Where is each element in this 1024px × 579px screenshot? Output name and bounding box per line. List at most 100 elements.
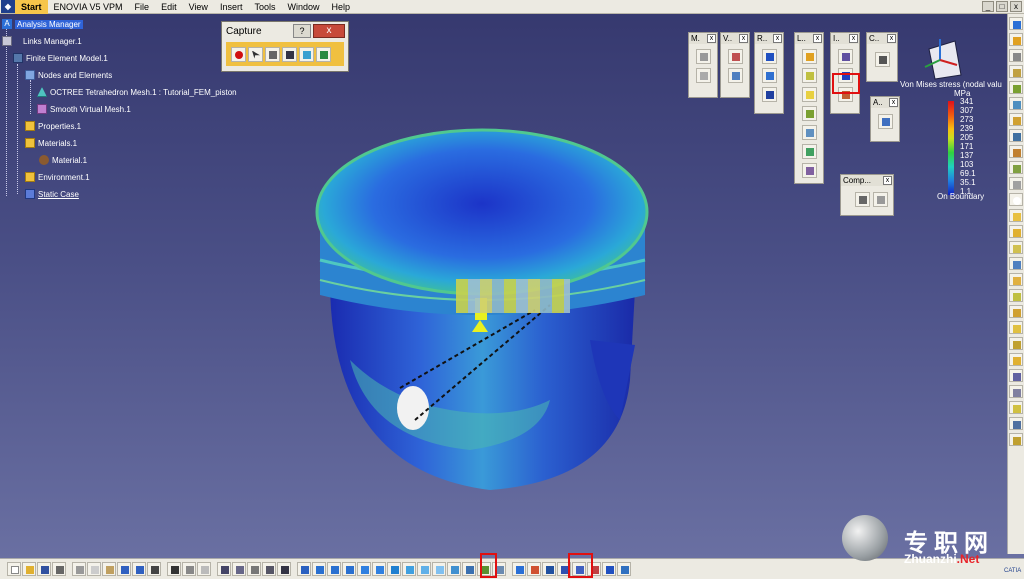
menu-insert[interactable]: Insert bbox=[214, 0, 249, 14]
capture-options-icon[interactable] bbox=[265, 46, 280, 62]
knowledge-icon[interactable] bbox=[247, 562, 261, 576]
table-icon[interactable] bbox=[217, 562, 231, 576]
fillet-icon[interactable] bbox=[1009, 161, 1023, 174]
whats-this-icon[interactable] bbox=[147, 562, 161, 576]
pad-icon[interactable] bbox=[1009, 81, 1023, 94]
close-toolbar-button[interactable]: x bbox=[889, 98, 898, 107]
chamfer-icon[interactable] bbox=[1009, 177, 1023, 190]
open-icon[interactable] bbox=[22, 562, 36, 576]
rib-icon[interactable] bbox=[1009, 145, 1023, 158]
normal-view-icon[interactable] bbox=[387, 562, 401, 576]
capture-3d-icon[interactable] bbox=[282, 46, 297, 62]
mesh-edit-icon[interactable] bbox=[696, 68, 711, 83]
undo-icon[interactable] bbox=[117, 562, 131, 576]
hole-icon[interactable] bbox=[1009, 129, 1023, 142]
workbench-icon[interactable] bbox=[1009, 17, 1023, 30]
album-icon[interactable] bbox=[299, 46, 314, 62]
paste-icon[interactable] bbox=[102, 562, 116, 576]
tree-item-environment[interactable]: Environment.1 bbox=[25, 171, 90, 183]
save-icon[interactable] bbox=[37, 562, 51, 576]
part-icon[interactable] bbox=[1009, 65, 1023, 78]
virtual-mesh-icon[interactable] bbox=[728, 68, 743, 83]
split-icon[interactable] bbox=[1009, 305, 1023, 318]
sphere-icon[interactable] bbox=[1009, 193, 1023, 206]
render-style-icon[interactable] bbox=[432, 562, 446, 576]
close-capture-button[interactable]: x bbox=[313, 24, 345, 38]
menu-help[interactable]: Help bbox=[325, 0, 356, 14]
pan-icon[interactable] bbox=[327, 562, 341, 576]
stress-view-icon[interactable] bbox=[527, 562, 541, 576]
fly-icon[interactable] bbox=[297, 562, 311, 576]
zoom-out-icon[interactable] bbox=[372, 562, 386, 576]
sketch-icon[interactable] bbox=[1009, 33, 1023, 46]
formula-fx-icon[interactable] bbox=[167, 562, 181, 576]
search-icon[interactable] bbox=[277, 562, 291, 576]
compute-icon[interactable] bbox=[875, 52, 890, 67]
catalog-icon[interactable] bbox=[232, 562, 246, 576]
hide-show-icon[interactable] bbox=[447, 562, 461, 576]
scale-icon[interactable] bbox=[1009, 289, 1023, 302]
pattern-icon[interactable] bbox=[1009, 273, 1023, 286]
cylinder-icon[interactable] bbox=[462, 562, 476, 576]
pocket-icon[interactable] bbox=[1009, 97, 1023, 110]
redo-icon[interactable] bbox=[132, 562, 146, 576]
pressure-icon[interactable] bbox=[802, 49, 817, 64]
restraint-slider-icon[interactable] bbox=[762, 68, 777, 83]
tree-item-octree-mesh[interactable]: OCTREE Tetrahedron Mesh.1 : Tutorial_FEM… bbox=[37, 86, 237, 98]
thickness-icon[interactable] bbox=[1009, 241, 1023, 254]
restraint-pivot-icon[interactable] bbox=[762, 87, 777, 102]
formula-icon[interactable] bbox=[1009, 385, 1023, 398]
select-arrow-icon[interactable] bbox=[248, 46, 263, 62]
shell-icon[interactable] bbox=[1009, 225, 1023, 238]
tree-item-nodes-and-elements[interactable]: Nodes and Elements bbox=[25, 69, 112, 81]
close-toolbar-button[interactable]: x bbox=[739, 34, 748, 43]
close-toolbar-button[interactable]: x bbox=[849, 34, 858, 43]
iso-view-icon[interactable] bbox=[402, 562, 416, 576]
tree-icon[interactable] bbox=[512, 562, 526, 576]
force-icon[interactable] bbox=[802, 68, 817, 83]
sew-icon[interactable] bbox=[1009, 337, 1023, 350]
constraint-icon[interactable] bbox=[1009, 369, 1023, 382]
menu-window[interactable]: Window bbox=[281, 0, 325, 14]
menu-start[interactable]: Start bbox=[15, 0, 48, 14]
record-icon[interactable] bbox=[231, 46, 246, 62]
reports-icon[interactable] bbox=[262, 562, 276, 576]
moment-icon[interactable] bbox=[802, 106, 817, 121]
bearing-load-icon[interactable] bbox=[802, 125, 817, 140]
tree-item-links-manager[interactable]: Links Manager.1 bbox=[2, 35, 82, 47]
restraint-icon[interactable] bbox=[762, 49, 777, 64]
menu-file[interactable]: File bbox=[129, 0, 156, 14]
compute-table-icon[interactable] bbox=[855, 192, 870, 207]
zoom-in-icon[interactable] bbox=[357, 562, 371, 576]
deformation-icon[interactable] bbox=[838, 49, 853, 64]
cut-icon[interactable] bbox=[72, 562, 86, 576]
menu-view[interactable]: View bbox=[183, 0, 214, 14]
close-surface-icon[interactable] bbox=[1009, 353, 1023, 366]
compass-icon[interactable] bbox=[915, 35, 965, 80]
rotate-icon[interactable] bbox=[342, 562, 356, 576]
density-icon[interactable] bbox=[802, 163, 817, 178]
mirror-icon[interactable] bbox=[1009, 257, 1023, 270]
help-button[interactable]: ? bbox=[293, 24, 311, 38]
tree-item-properties[interactable]: Properties.1 bbox=[25, 120, 81, 132]
new-icon[interactable] bbox=[7, 562, 21, 576]
close-toolbar-button[interactable]: x bbox=[887, 34, 896, 43]
fit-all-icon[interactable] bbox=[312, 562, 326, 576]
shaft-icon[interactable] bbox=[1009, 113, 1023, 126]
assembly-icon[interactable] bbox=[542, 562, 556, 576]
compute-check-icon[interactable] bbox=[872, 192, 888, 207]
close-window-button[interactable]: x bbox=[1010, 1, 1022, 12]
menu-edit[interactable]: Edit bbox=[155, 0, 183, 14]
enforced-icon[interactable] bbox=[802, 144, 817, 159]
minimize-button[interactable]: _ bbox=[982, 1, 994, 12]
virtual-part-icon[interactable] bbox=[728, 49, 743, 64]
measure-icon[interactable] bbox=[1009, 49, 1023, 62]
boolean-icon[interactable] bbox=[1009, 321, 1023, 334]
graph-icon[interactable] bbox=[316, 46, 331, 62]
adaptivity-icon[interactable] bbox=[878, 114, 893, 129]
close-toolbar-button[interactable]: x bbox=[813, 34, 822, 43]
more-icon[interactable] bbox=[197, 562, 211, 576]
tree-item-smooth-virtual-mesh[interactable]: Smooth Virtual Mesh.1 bbox=[37, 103, 131, 115]
views-icon[interactable] bbox=[417, 562, 431, 576]
close-toolbar-button[interactable]: x bbox=[707, 34, 716, 43]
